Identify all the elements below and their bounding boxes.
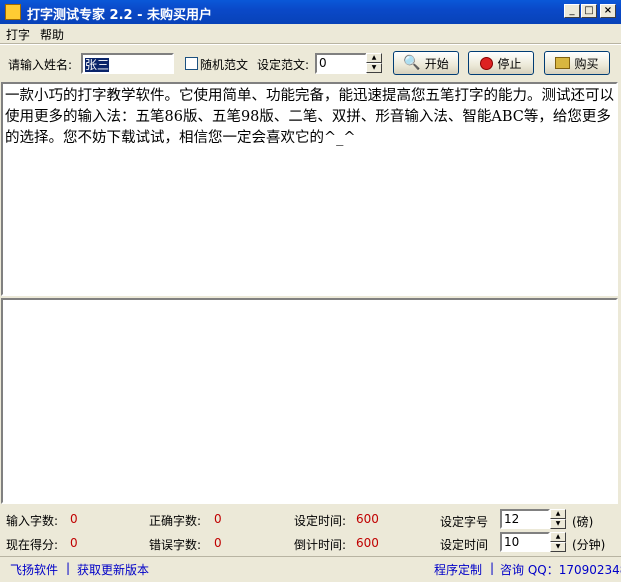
stop-button[interactable]: 停止: [468, 51, 534, 75]
font-size-input[interactable]: 12: [500, 509, 550, 529]
cart-icon: [555, 57, 571, 69]
score-label: 现在得分:: [6, 538, 59, 552]
wrong-count-value: 0: [214, 536, 222, 550]
duration-input[interactable]: 10: [500, 532, 550, 552]
footer: 飞扬软件 | 获取更新版本 程序定制 | 咨询 QQ：170902348: [0, 556, 621, 582]
wrong-count-label: 错误字数:: [149, 538, 202, 552]
spin-down-icon[interactable]: ▼: [550, 542, 566, 552]
buy-button[interactable]: 购买: [544, 51, 610, 75]
countdown-value: 600: [356, 536, 379, 550]
countdown-label: 倒计时间:: [294, 538, 347, 552]
input-count-label: 输入字数:: [6, 514, 59, 528]
stop-label: 停止: [497, 56, 522, 71]
title-bar[interactable]: 打字测试专家 2.2 - 未购买用户 _ □ ×: [0, 0, 621, 24]
duration-unit: (分钟): [572, 538, 606, 552]
spin-down-icon[interactable]: ▼: [550, 519, 566, 529]
app-icon: [5, 4, 21, 20]
update-link[interactable]: 获取更新版本: [77, 561, 149, 578]
duration-spinner[interactable]: ▲ ▼: [550, 532, 566, 552]
minimize-button[interactable]: _: [564, 4, 580, 18]
footer-separator: |: [490, 561, 495, 575]
name-input[interactable]: 张三: [81, 53, 174, 74]
random-label[interactable]: 随机范文: [200, 56, 248, 73]
spin-up-icon[interactable]: ▲: [550, 532, 566, 542]
spin-down-icon[interactable]: ▼: [366, 63, 382, 73]
spin-up-icon[interactable]: ▲: [550, 509, 566, 519]
sample-text-pane: 一款小巧的打字教学软件。它使用简单、功能完备，能迅速提高您五笔打字的能力。测试还…: [1, 82, 618, 296]
name-label: 请输入姓名:: [8, 58, 73, 72]
maximize-button[interactable]: □: [581, 4, 597, 18]
company-link[interactable]: 飞扬软件: [10, 561, 58, 578]
correct-count-label: 正确字数:: [149, 514, 202, 528]
set-text-spinner[interactable]: ▲ ▼: [366, 53, 382, 74]
time-set-label: 设定时间:: [294, 514, 347, 528]
font-size-label: 设定字号: [440, 515, 489, 529]
search-icon: 🔍: [403, 55, 421, 71]
font-size-unit: (磅): [572, 515, 594, 529]
set-text-label: 设定范文:: [257, 58, 310, 72]
input-count-value: 0: [70, 512, 78, 526]
close-button[interactable]: ×: [600, 4, 616, 18]
start-label: 开始: [424, 56, 449, 71]
correct-count-value: 0: [214, 512, 222, 526]
score-value: 0: [70, 536, 78, 550]
typing-area[interactable]: [1, 298, 618, 504]
toolbar: 请输入姓名: 张三 随机范文 设定范文: 0 ▲ ▼ 🔍 开始 停止 购买: [0, 44, 621, 82]
buy-label: 购买: [574, 56, 599, 71]
footer-separator: |: [66, 561, 71, 575]
contact-link[interactable]: 咨询 QQ：170902348: [500, 561, 621, 578]
duration-label: 设定时间: [440, 538, 489, 552]
font-size-spinner[interactable]: ▲ ▼: [550, 509, 566, 529]
menu-bar: 打字 帮助: [0, 24, 621, 44]
menu-help[interactable]: 帮助: [40, 26, 64, 43]
name-value: 张三: [85, 58, 110, 72]
sample-text: 一款小巧的打字教学软件。它使用简单、功能完备，能迅速提高您五笔打字的能力。测试还…: [5, 88, 614, 146]
start-button[interactable]: 🔍 开始: [393, 51, 459, 75]
time-set-value: 600: [356, 512, 379, 526]
spin-up-icon[interactable]: ▲: [366, 53, 382, 63]
window-title: 打字测试专家 2.2 - 未购买用户: [27, 8, 213, 23]
custom-link[interactable]: 程序定制: [434, 561, 482, 578]
random-checkbox[interactable]: [185, 57, 198, 70]
menu-typing[interactable]: 打字: [6, 26, 30, 43]
stop-icon: [480, 56, 494, 70]
set-text-input[interactable]: 0: [315, 53, 367, 74]
